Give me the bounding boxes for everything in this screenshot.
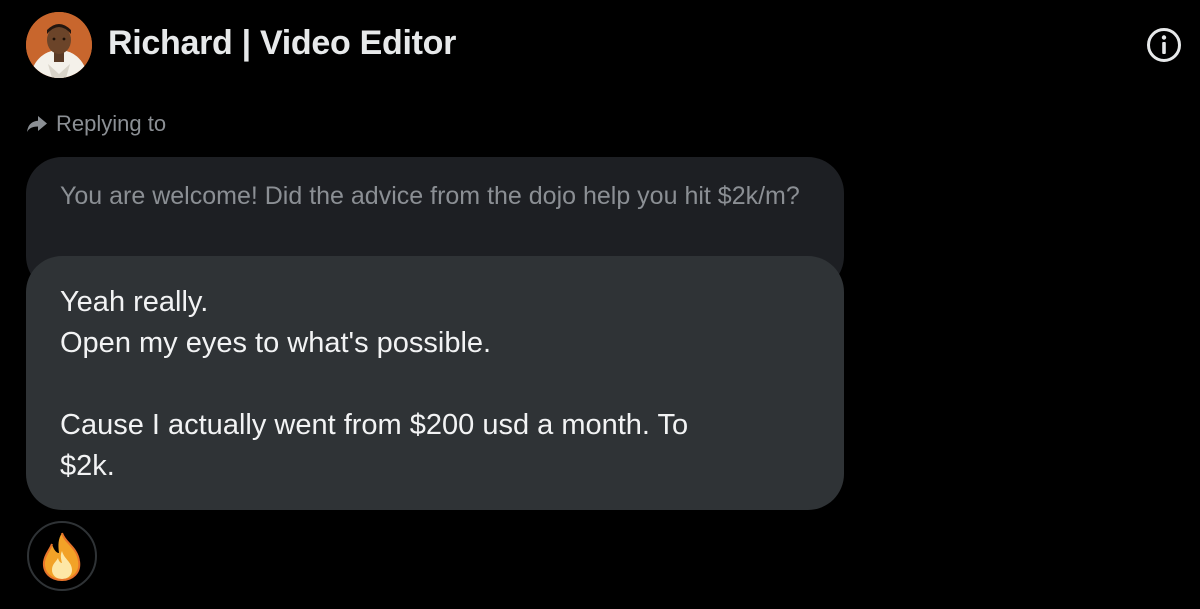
- reaction-badge[interactable]: [27, 521, 97, 591]
- avatar[interactable]: [26, 12, 92, 78]
- message-text: Yeah really. Open my eyes to what's poss…: [60, 282, 820, 487]
- quoted-message-text: You are welcome! Did the advice from the…: [60, 182, 800, 210]
- reply-arrow-icon: [27, 116, 47, 132]
- contact-name[interactable]: Richard | Video Editor: [108, 24, 456, 63]
- message-line-break: [60, 364, 820, 405]
- info-button[interactable]: [1146, 27, 1182, 63]
- fire-emoji-icon: [42, 532, 81, 581]
- user-avatar-photo: [26, 12, 92, 78]
- replying-to-text: Replying to: [56, 111, 167, 136]
- info-icon: [1147, 28, 1181, 62]
- message-line: Cause I actually went from $200 usd a mo…: [60, 409, 689, 441]
- message-line: Open my eyes to what's possible.: [60, 327, 492, 359]
- conversation-header: Richard | Video Editor: [0, 0, 1200, 90]
- replying-to-label: Replying to: [26, 111, 166, 137]
- message-line: $2k.: [60, 450, 115, 482]
- message-line: Yeah really.: [60, 286, 209, 318]
